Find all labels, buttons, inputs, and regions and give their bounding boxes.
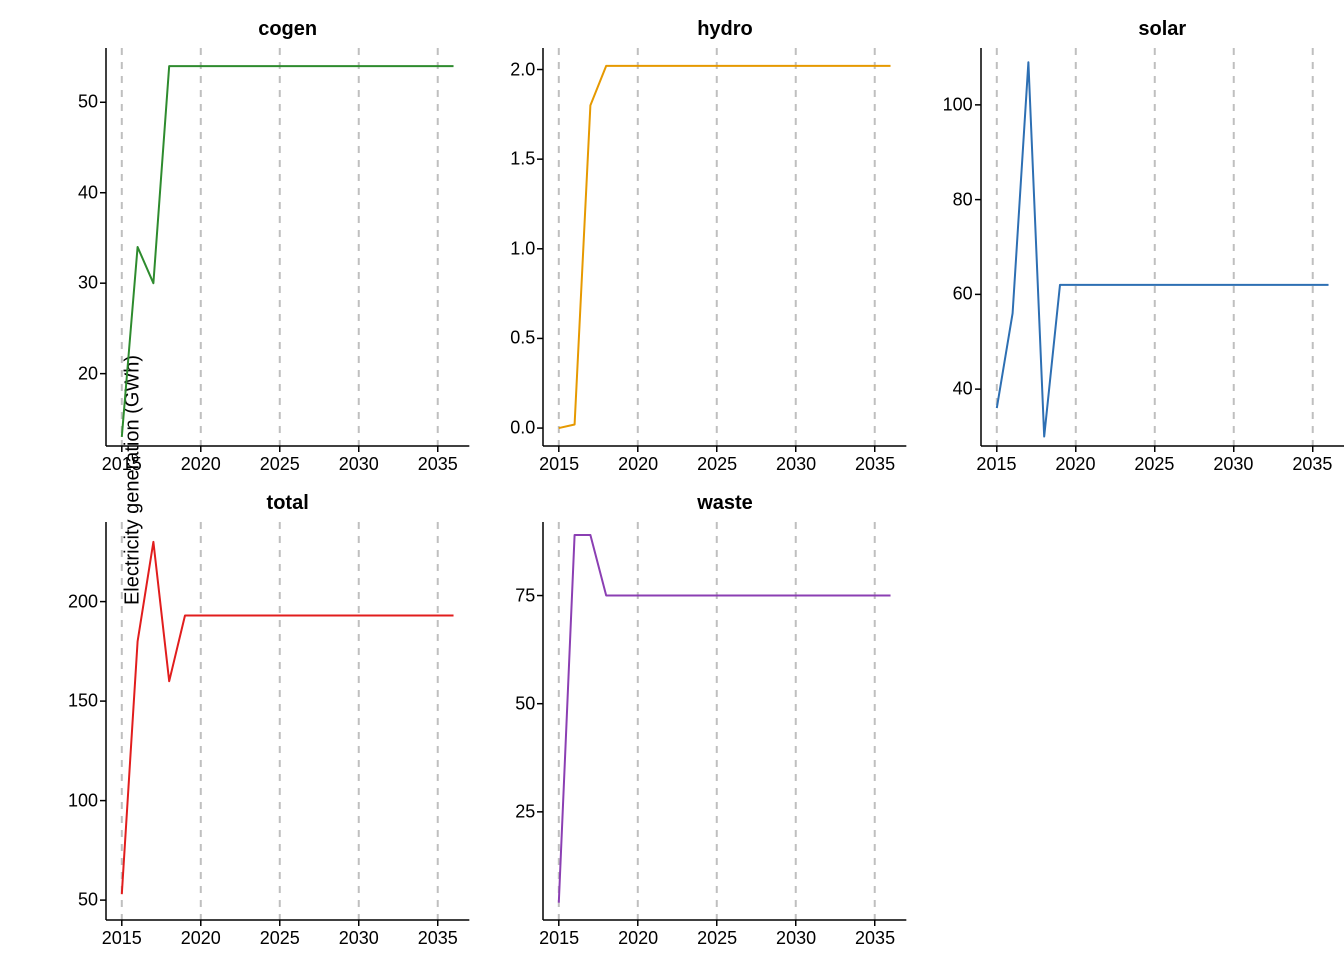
y-tick-label: 200 <box>68 591 98 612</box>
y-tick-label: 50 <box>515 693 535 714</box>
data-line <box>106 522 469 920</box>
y-tick-label: 40 <box>78 182 98 203</box>
x-tick-label: 2020 <box>1055 454 1095 475</box>
plot-area: 40608010020152020202520302035 <box>981 48 1344 446</box>
y-tick-label: 1.5 <box>510 149 535 170</box>
chart-title: total <box>106 492 469 515</box>
x-tick-label: 2030 <box>776 928 816 949</box>
x-tick-label: 2035 <box>418 928 458 949</box>
x-tick-label: 2015 <box>102 454 142 475</box>
y-tick-label: 40 <box>953 379 973 400</box>
x-tick-label: 2025 <box>260 928 300 949</box>
data-line <box>106 48 469 446</box>
x-tick-label: 2030 <box>1213 454 1253 475</box>
chart-title: waste <box>543 492 906 515</box>
chart-panel-waste: waste25507520152020202520302035 <box>543 522 906 920</box>
y-tick-label: 0.5 <box>510 328 535 349</box>
x-tick-label: 2020 <box>618 454 658 475</box>
x-tick-label: 2020 <box>618 928 658 949</box>
chart-title: cogen <box>106 18 469 41</box>
plot-area: 0.00.51.01.52.020152020202520302035 <box>543 48 906 446</box>
x-tick-label: 2025 <box>260 454 300 475</box>
y-tick-label: 2.0 <box>510 59 535 80</box>
x-tick-label: 2035 <box>855 454 895 475</box>
y-tick-label: 30 <box>78 273 98 294</box>
chart-panel-solar: solar40608010020152020202520302035 <box>981 48 1344 446</box>
x-tick-label: 2030 <box>339 454 379 475</box>
y-tick-label: 50 <box>78 92 98 113</box>
x-tick-label: 2035 <box>1292 454 1332 475</box>
figure: Electricity generation (GWh) cogen203040… <box>0 0 1344 960</box>
x-tick-label: 2015 <box>539 928 579 949</box>
x-tick-label: 2025 <box>697 454 737 475</box>
y-tick-label: 60 <box>953 284 973 305</box>
x-tick-label: 2020 <box>181 928 221 949</box>
chart-panel-cogen: cogen2030405020152020202520302035 <box>106 48 469 446</box>
x-tick-label: 2030 <box>339 928 379 949</box>
x-tick-label: 2015 <box>102 928 142 949</box>
y-tick-label: 20 <box>78 363 98 384</box>
plot-area: 5010015020020152020202520302035 <box>106 522 469 920</box>
plot-area: 25507520152020202520302035 <box>543 522 906 920</box>
x-tick-label: 2025 <box>1134 454 1174 475</box>
chart-panel-total: total5010015020020152020202520302035 <box>106 522 469 920</box>
chart-title: hydro <box>543 18 906 41</box>
y-tick-label: 100 <box>943 94 973 115</box>
data-line <box>981 48 1344 446</box>
y-tick-label: 100 <box>68 790 98 811</box>
data-line <box>543 48 906 446</box>
y-tick-label: 50 <box>78 890 98 911</box>
y-tick-label: 0.0 <box>510 418 535 439</box>
y-tick-label: 80 <box>953 189 973 210</box>
x-tick-label: 2015 <box>539 454 579 475</box>
x-tick-label: 2030 <box>776 454 816 475</box>
data-line <box>543 522 906 920</box>
x-tick-label: 2020 <box>181 454 221 475</box>
x-tick-label: 2025 <box>697 928 737 949</box>
plot-area: 2030405020152020202520302035 <box>106 48 469 446</box>
chart-panel-hydro: hydro0.00.51.01.52.020152020202520302035 <box>543 48 906 446</box>
x-tick-label: 2035 <box>418 454 458 475</box>
x-tick-label: 2035 <box>855 928 895 949</box>
x-tick-label: 2015 <box>976 454 1016 475</box>
y-tick-label: 1.0 <box>510 238 535 259</box>
y-tick-label: 150 <box>68 691 98 712</box>
y-tick-label: 25 <box>515 801 535 822</box>
y-tick-label: 75 <box>515 585 535 606</box>
chart-title: solar <box>981 18 1344 41</box>
